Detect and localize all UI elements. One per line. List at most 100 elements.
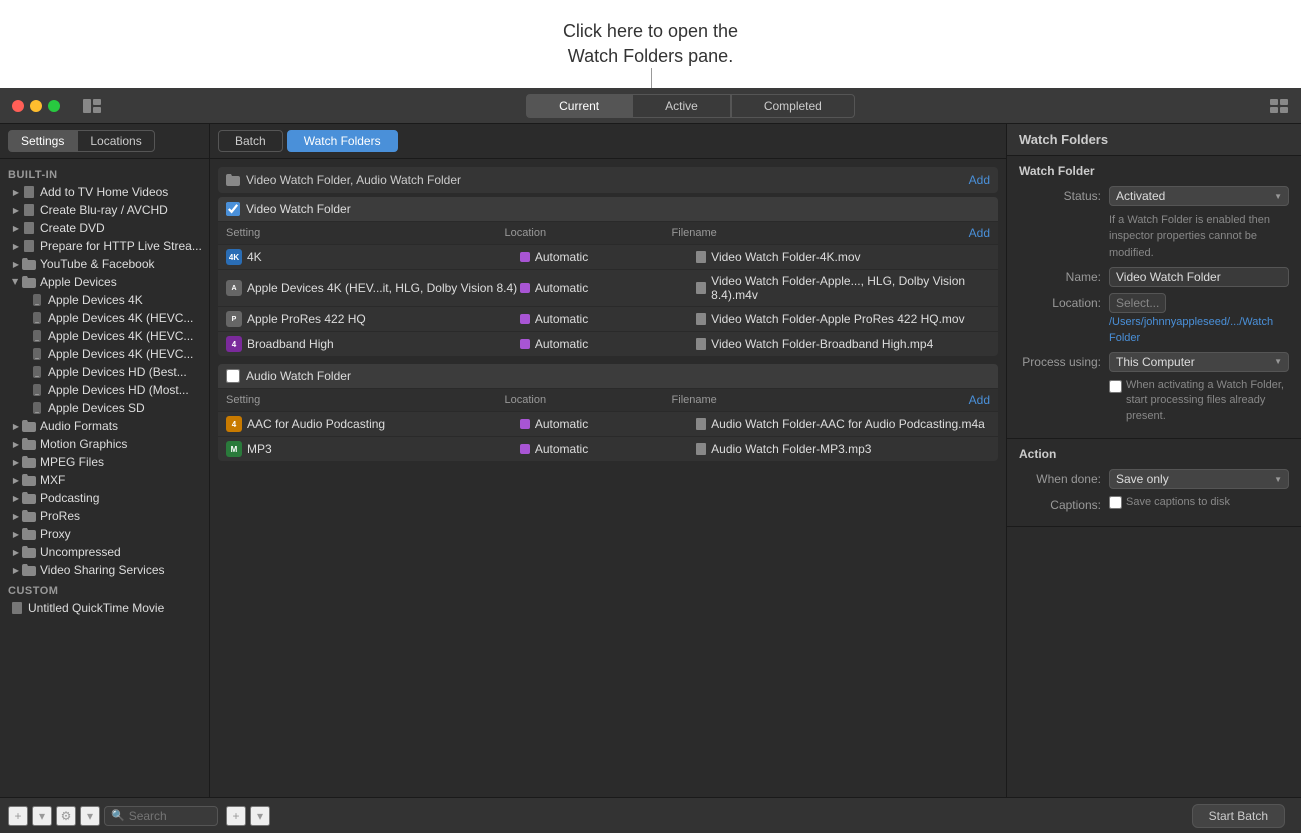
sidebar-item-apple-hevc3[interactable]: Apple Devices 4K (HEVC...	[2, 345, 207, 363]
sidebar-item-label: Apple Devices SD	[48, 401, 145, 415]
dropdown-arrow-button[interactable]: ▾	[32, 806, 52, 826]
search-input[interactable]	[129, 809, 211, 823]
sidebar-item-label: YouTube & Facebook	[40, 257, 155, 271]
sidebar-item-audio-formats[interactable]: ▶ Audio Formats	[2, 417, 207, 435]
subtab-watch-folders[interactable]: Watch Folders	[287, 130, 398, 152]
sidebar-tab-locations[interactable]: Locations	[77, 130, 154, 152]
process-hint-checkbox[interactable]	[1109, 380, 1122, 393]
video-wf-checkbox[interactable]	[226, 202, 240, 216]
gear-dropdown-button[interactable]: ▾	[80, 806, 100, 826]
folder-icon	[22, 545, 36, 559]
folder-icon	[22, 563, 36, 577]
sidebar-item-apple-hevc1[interactable]: Apple Devices 4K (HEVC...	[2, 309, 207, 327]
sidebar-item-label: Apple Devices 4K	[48, 293, 143, 307]
phone-icon	[30, 347, 44, 361]
sidebar-item-apple-hd-most[interactable]: Apple Devices HD (Most...	[2, 381, 207, 399]
title-bar-tabs: Current Active Completed	[112, 94, 1269, 118]
title-bar: Current Active Completed	[0, 88, 1301, 124]
sidebar-item-http-live[interactable]: ▶ Prepare for HTTP Live Strea...	[2, 237, 207, 255]
sidebar-bottom-controls: + ▾ ⚙ ▾ 🔍	[8, 806, 218, 826]
sidebar-item-label: Motion Graphics	[40, 437, 127, 451]
table-row[interactable]: 4 Broadband High Automatic Video Watch F…	[218, 332, 998, 356]
status-hint-row: If a Watch Folder is enabled then inspec…	[1019, 212, 1289, 261]
audio-wf-title: Audio Watch Folder	[246, 369, 351, 383]
sidebar-item-apple-4k[interactable]: Apple Devices 4K	[2, 291, 207, 309]
location-label: Location:	[1019, 293, 1109, 310]
captions-label: Captions:	[1019, 495, 1109, 512]
tab-active[interactable]: Active	[632, 94, 731, 118]
main-add-dropdown-button[interactable]: ▾	[250, 806, 270, 826]
start-batch-button[interactable]: Start Batch	[1192, 804, 1285, 828]
gear-button[interactable]: ⚙	[56, 806, 76, 826]
sidebar-item-proxy[interactable]: ▶ Proxy	[2, 525, 207, 543]
sidebar-item-apple-sd[interactable]: Apple Devices SD	[2, 399, 207, 417]
sidebar-item-apple-hevc2[interactable]: Apple Devices 4K (HEVC...	[2, 327, 207, 345]
sidebar-item-dvd[interactable]: ▶ Create DVD	[2, 219, 207, 237]
sidebar-item-label: Create DVD	[40, 221, 105, 235]
table-row[interactable]: 4 AAC for Audio Podcasting Automatic Aud…	[218, 412, 998, 437]
add-item-button[interactable]: +	[8, 806, 28, 826]
inspector-title: Watch Folders	[1007, 124, 1301, 156]
table-row[interactable]: 4K 4K Automatic Video Watch Folder-4K.mo…	[218, 245, 998, 270]
arrow-icon: ▶	[10, 186, 22, 198]
window-controls	[0, 100, 72, 112]
sidebar-item-video-sharing[interactable]: ▶ Video Sharing Services	[2, 561, 207, 579]
add-audio-setting-button[interactable]: Add	[969, 393, 990, 407]
status-hint: If a Watch Folder is enabled then inspec…	[1109, 212, 1289, 261]
setting-cell: 4 Broadband High	[226, 336, 520, 352]
sidebar-item-prores[interactable]: ▶ ProRes	[2, 507, 207, 525]
maximize-button[interactable]	[48, 100, 60, 112]
add-button-main[interactable]: Add	[969, 173, 990, 187]
col-header-location: Location	[504, 227, 671, 239]
location-select-button[interactable]: Select...	[1109, 293, 1166, 313]
file-icon	[22, 221, 36, 235]
minimize-button[interactable]	[30, 100, 42, 112]
subtab-batch[interactable]: Batch	[218, 130, 283, 152]
section-header-builtin: BUILT-IN	[0, 163, 209, 183]
sidebar-item-mpeg[interactable]: ▶ MPEG Files	[2, 453, 207, 471]
audio-wf-table: Setting Location Filename Add 4 AAC for …	[218, 389, 998, 461]
sidebar: Settings Locations BUILT-IN ▶ Add to TV …	[0, 124, 210, 797]
sidebar-item-mxf[interactable]: ▶ MXF	[2, 471, 207, 489]
main-add-button[interactable]: +	[226, 806, 246, 826]
sidebar-item-bluray[interactable]: ▶ Create Blu-ray / AVCHD	[2, 201, 207, 219]
process-hint-row: When activating a Watch Folder, start pr…	[1019, 378, 1289, 424]
sidebar-item-apple-hd-best[interactable]: Apple Devices HD (Best...	[2, 363, 207, 381]
status-dropdown[interactable]: Activated ▼	[1109, 186, 1289, 206]
sidebar-item-add-tv[interactable]: ▶ Add to TV Home Videos	[2, 183, 207, 201]
name-input[interactable]	[1109, 267, 1289, 287]
table-row[interactable]: P Apple ProRes 422 HQ Automatic Video Wa…	[218, 307, 998, 332]
sidebar-item-label: Uncompressed	[40, 545, 121, 559]
audio-wf-checkbox[interactable]	[226, 369, 240, 383]
sidebar-item-apple-devices[interactable]: ▶ Apple Devices	[2, 273, 207, 291]
dropdown-arrow-icon: ▼	[1274, 357, 1282, 366]
arrow-icon: ▶	[10, 492, 22, 504]
name-value	[1109, 267, 1289, 287]
add-setting-button[interactable]: Add	[969, 226, 990, 240]
sidebar-item-motion-graphics[interactable]: ▶ Motion Graphics	[2, 435, 207, 453]
tab-current[interactable]: Current	[526, 94, 632, 118]
process-hint-text: When activating a Watch Folder, start pr…	[1126, 378, 1289, 424]
search-icon: 🔍	[111, 809, 125, 822]
location-cell: Automatic	[520, 312, 696, 326]
file-icon	[22, 239, 36, 253]
folder-icon	[22, 275, 36, 289]
arrow-icon: ▶	[10, 474, 22, 486]
when-done-value: Save only ▼	[1109, 469, 1289, 489]
sidebar-item-untitled-qt[interactable]: Untitled QuickTime Movie	[2, 599, 207, 617]
sidebar-item-uncompressed[interactable]: ▶ Uncompressed	[2, 543, 207, 561]
sidebar-item-youtube[interactable]: ▶ YouTube & Facebook	[2, 255, 207, 273]
tab-completed[interactable]: Completed	[731, 94, 855, 118]
bottom-bar: + ▾ ⚙ ▾ 🔍 + ▾ Start Batch	[0, 797, 1301, 833]
filename-cell: Audio Watch Folder-MP3.mp3	[696, 442, 990, 456]
when-done-dropdown[interactable]: Save only ▼	[1109, 469, 1289, 489]
close-button[interactable]	[12, 100, 24, 112]
sidebar-tab-settings[interactable]: Settings	[8, 130, 77, 152]
captions-checkbox[interactable]	[1109, 496, 1122, 509]
sidebar-item-label: MXF	[40, 473, 65, 487]
sidebar-item-podcasting[interactable]: ▶ Podcasting	[2, 489, 207, 507]
table-row[interactable]: M MP3 Automatic Audio Watch Folder-MP3.m…	[218, 437, 998, 461]
process-dropdown[interactable]: This Computer ▼	[1109, 352, 1289, 372]
table-row[interactable]: A Apple Devices 4K (HEV...it, HLG, Dolby…	[218, 270, 998, 307]
arrow-icon: ▶	[10, 510, 22, 522]
